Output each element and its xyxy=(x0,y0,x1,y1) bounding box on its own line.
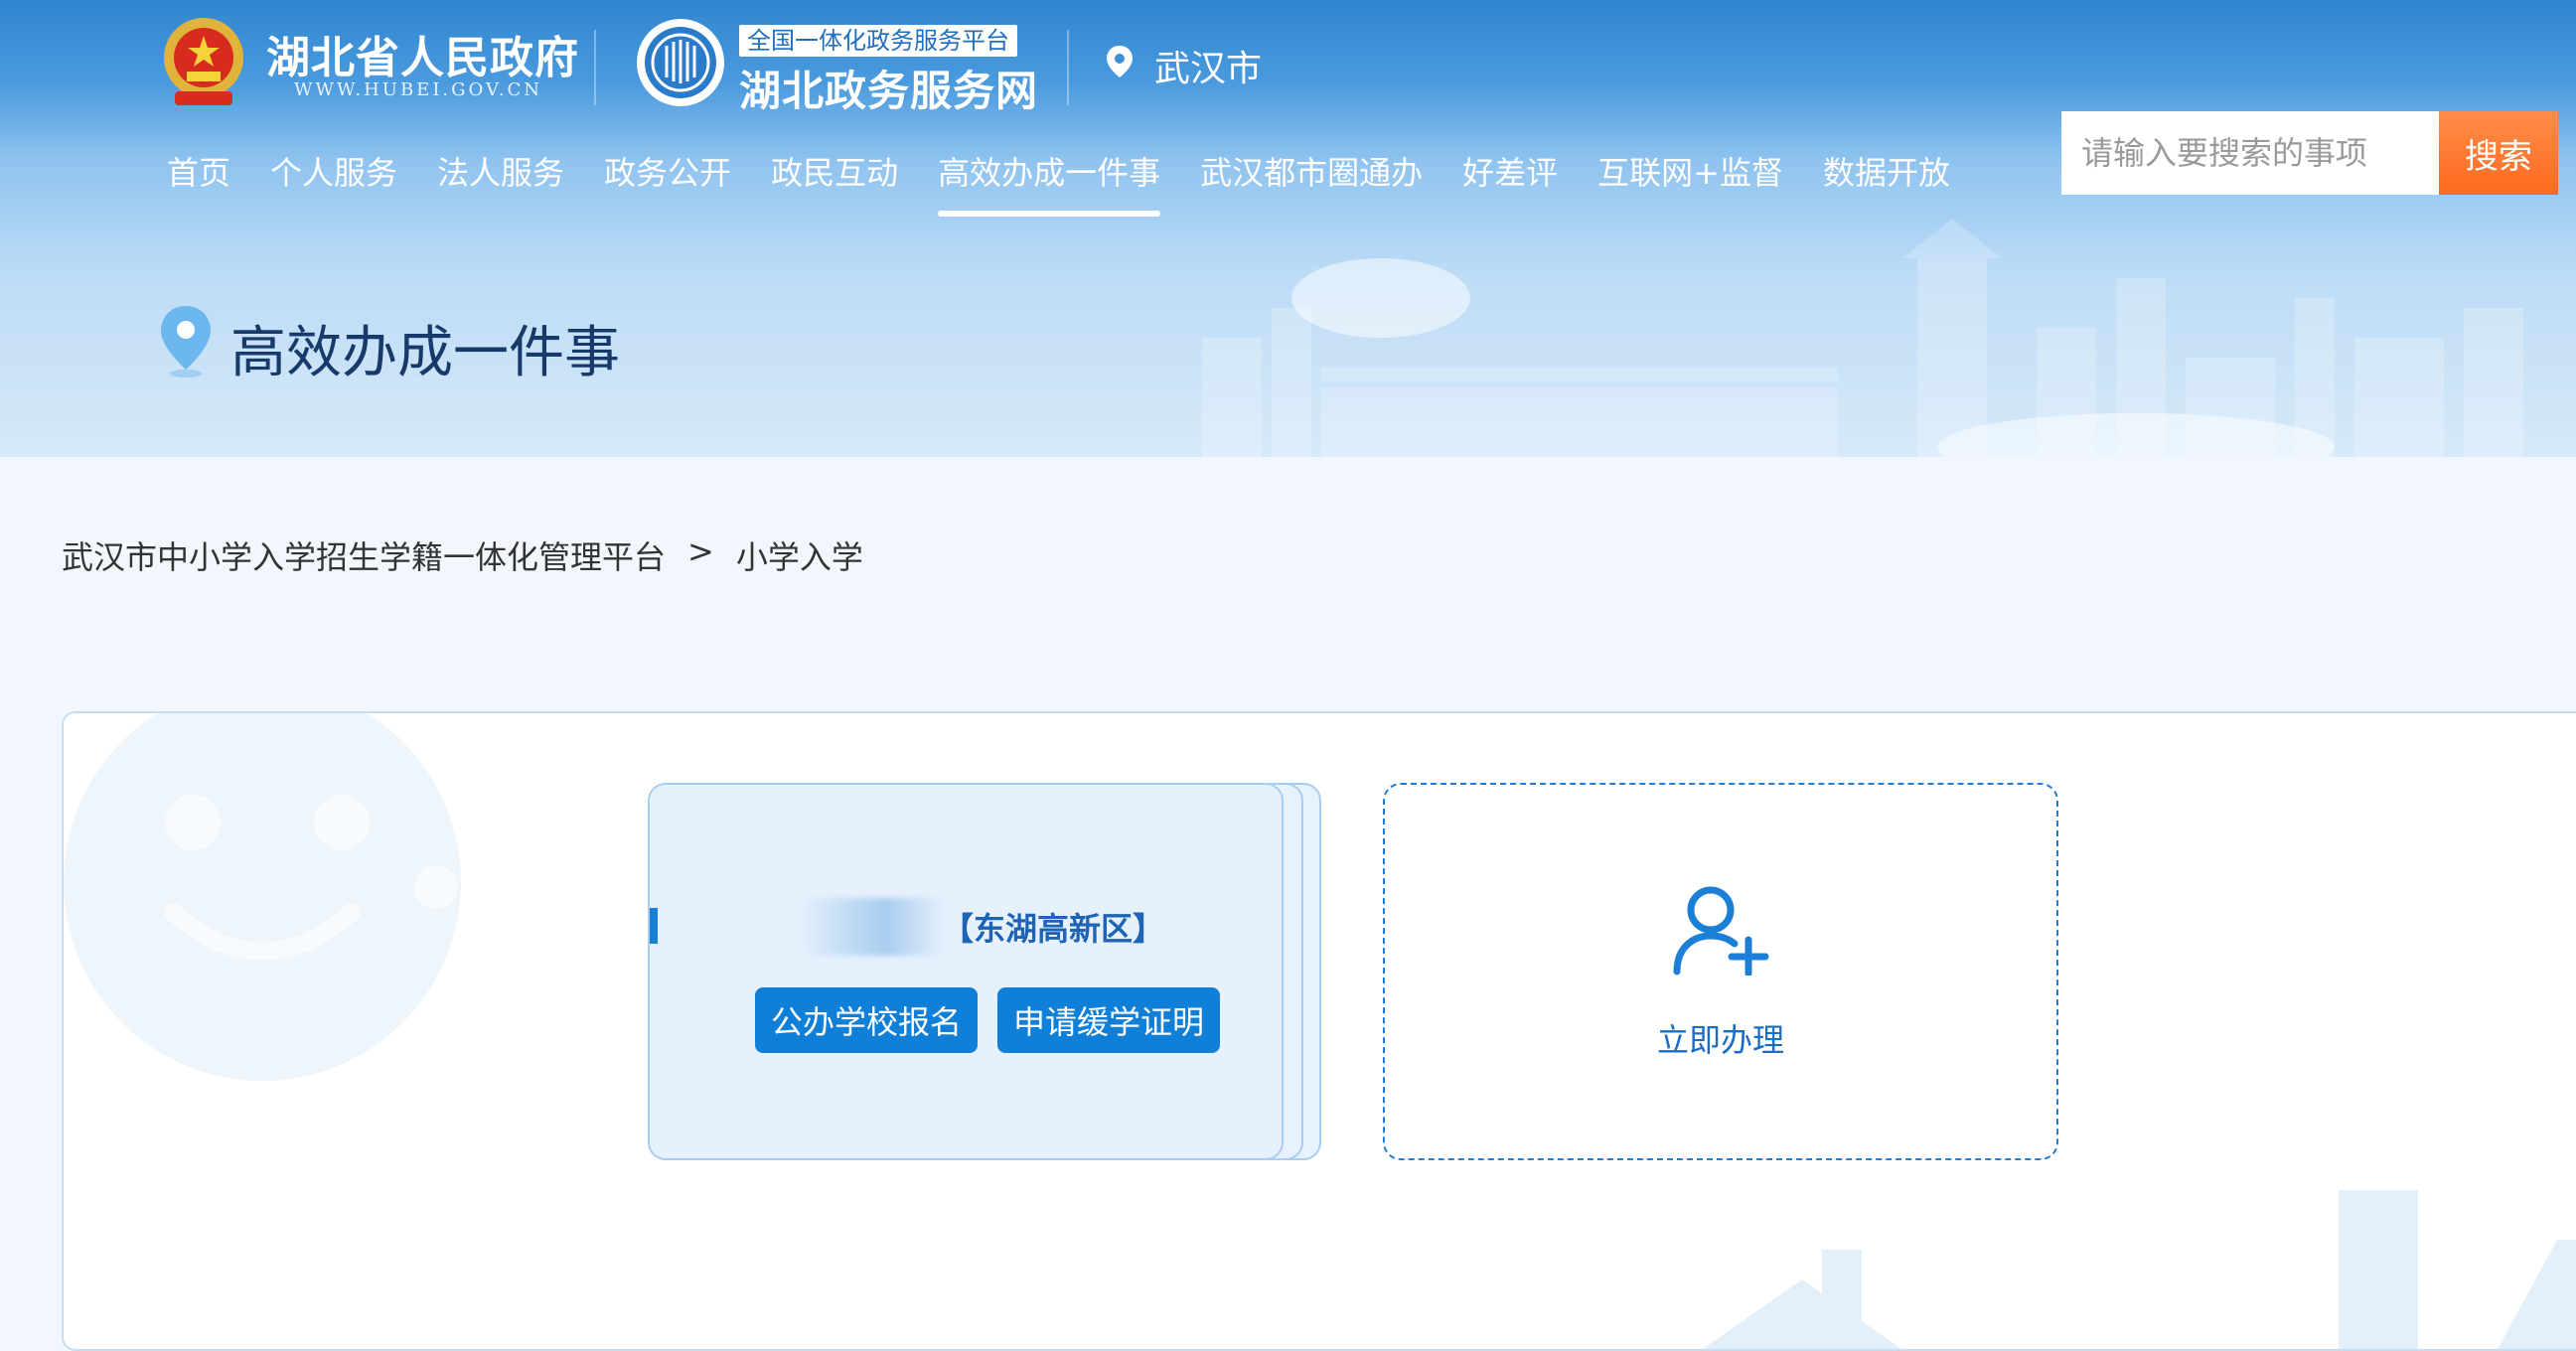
search-button[interactable]: 搜索 xyxy=(2439,111,2558,195)
location-pin-icon[interactable] xyxy=(1105,44,1135,79)
map-pin-icon xyxy=(161,306,211,377)
card-district: 【东湖高新区】 xyxy=(942,910,1165,948)
header-divider xyxy=(594,30,596,105)
card-front[interactable]: 【东湖高新区】 公办学校报名 申请缓学证明 xyxy=(648,783,1284,1160)
city-skyline-illustration xyxy=(1202,219,2523,457)
nav-item-interaction[interactable]: 政民互动 xyxy=(771,151,898,217)
houses-watermark-icon xyxy=(1703,1190,2576,1349)
new-application-card[interactable]: 立即办理 xyxy=(1383,783,2058,1160)
add-user-icon xyxy=(1673,886,1769,976)
main-nav: 首页 个人服务 法人服务 政务公开 政民互动 高效办成一件事 武汉都市圈通办 好… xyxy=(167,151,1990,217)
breadcrumb-parent[interactable]: 武汉市中小学入学招生学籍一体化管理平台 xyxy=(62,532,666,578)
breadcrumb-current: 小学入学 xyxy=(735,538,863,576)
nav-item-one-thing[interactable]: 高效办成一件事 xyxy=(938,151,1161,217)
nav-item-review[interactable]: 好差评 xyxy=(1462,151,1558,217)
breadcrumb: 武汉市中小学入学招生学籍一体化管理平台 > 小学入学 xyxy=(62,532,863,578)
apply-now-label: 立即办理 xyxy=(1656,1021,1784,1059)
gov-url: WWW.HUBEI.GOV.CN xyxy=(294,79,543,100)
redacted-student-name xyxy=(797,898,946,956)
nav-item-wuhan-metro[interactable]: 武汉都市圈通办 xyxy=(1200,151,1423,217)
location-selector[interactable]: 武汉市 xyxy=(1154,40,1262,91)
nav-item-open-data[interactable]: 数据开放 xyxy=(1823,151,1950,217)
breadcrumb-separator: > xyxy=(687,532,714,570)
gov-name[interactable]: 湖北省人民政府 xyxy=(266,22,579,85)
public-school-enroll-button[interactable]: 公办学校报名 xyxy=(755,987,978,1053)
smiley-watermark-icon xyxy=(64,713,461,1081)
nav-item-gov-disclosure[interactable]: 政务公开 xyxy=(604,151,731,217)
national-emblem-icon xyxy=(164,18,243,105)
site-header: 湖北省人民政府 WWW.HUBEI.GOV.CN 全国一体化政务服务平台 湖北政… xyxy=(0,0,2576,457)
defer-certificate-button[interactable]: 申请缓学证明 xyxy=(997,987,1220,1053)
platform-name[interactable]: 湖北政务服务网 xyxy=(739,58,1038,118)
student-record-card: 【东湖高新区】 公办学校报名 申请缓学证明 xyxy=(648,783,1323,1160)
nav-item-supervision[interactable]: 互联网+监督 xyxy=(1597,151,1783,217)
header-divider xyxy=(1067,30,1069,105)
platform-tag: 全国一体化政务服务平台 xyxy=(739,25,1017,57)
platform-logo-icon xyxy=(637,19,724,106)
search-input[interactable] xyxy=(2061,111,2439,195)
nav-item-legal-entity[interactable]: 法人服务 xyxy=(437,151,564,217)
card-active-marker xyxy=(650,908,658,944)
nav-item-home[interactable]: 首页 xyxy=(167,151,230,217)
nav-item-personal[interactable]: 个人服务 xyxy=(270,151,397,217)
page-title: 高效办成一件事 xyxy=(230,321,620,385)
